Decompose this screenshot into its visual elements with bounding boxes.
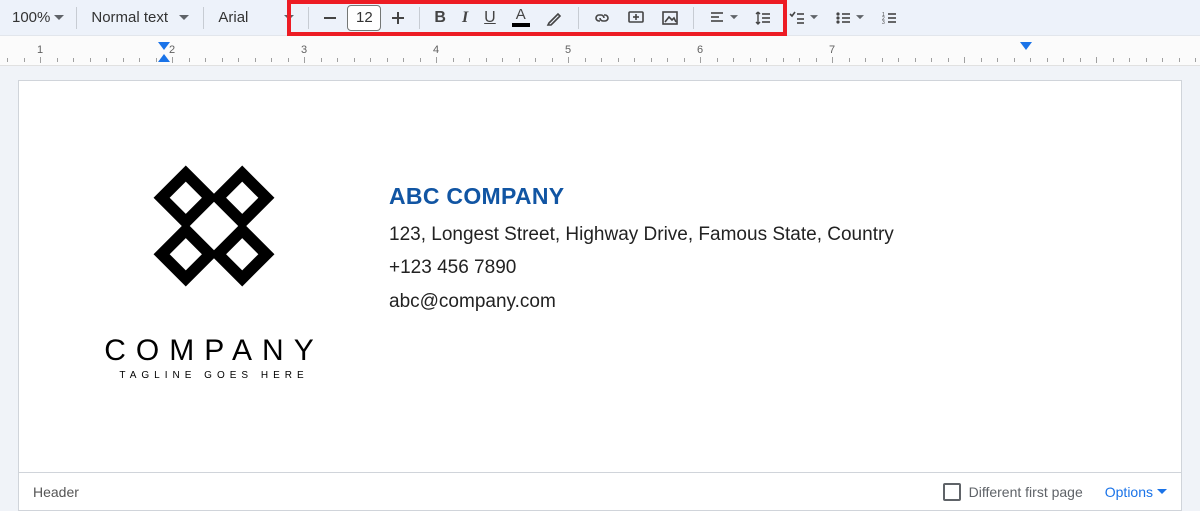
ruler-number: 3 [301,44,307,56]
bulleted-list-dropdown[interactable] [828,4,870,32]
image-icon [661,9,679,27]
svg-text:3: 3 [882,20,885,26]
bulleted-list-icon [834,9,852,27]
chevron-down-icon [810,15,818,20]
left-indent-marker[interactable] [158,54,170,62]
checklist-dropdown[interactable] [782,4,824,32]
insert-link-button[interactable] [587,4,617,32]
text-color-swatch [512,23,530,27]
letterhead-text-block: ABC COMPANY 123, Longest Street, Highway… [389,131,894,316]
font-family-dropdown[interactable]: Arial [212,4,300,32]
logo-company-name: COMPANY [99,334,329,368]
comment-icon [627,9,645,27]
ruler-number: 4 [433,44,439,56]
font-size-input[interactable] [347,5,381,31]
paragraph-style-value: Normal text [91,9,168,26]
separator [578,7,579,29]
italic-glyph: I [462,9,468,27]
separator [419,7,420,29]
minus-icon [323,11,337,25]
paragraph-style-dropdown[interactable]: Normal text [85,4,195,32]
company-heading: ABC COMPANY [389,183,894,210]
header-content[interactable]: COMPANY TAGLINE GOES HERE ABC COMPANY 12… [19,81,1181,401]
ruler-number: 6 [697,44,703,56]
separator [203,7,204,29]
numbered-list-dropdown[interactable]: 123 [874,4,904,32]
checkbox-icon [943,483,961,501]
company-address: 123, Longest Street, Highway Drive, Famo… [389,220,894,249]
align-left-icon [708,9,726,27]
company-phone: +123 456 7890 [389,253,894,282]
formatting-toolbar: 100% Normal text Arial B I U A [0,0,1200,36]
underline-button[interactable]: U [478,4,502,32]
text-color-button[interactable]: A [506,4,536,32]
different-first-page-label: Different first page [969,484,1083,500]
decrease-font-size-button[interactable] [317,4,343,32]
chevron-down-icon [179,15,189,21]
checklist-icon [788,9,806,27]
align-dropdown[interactable] [702,4,744,32]
insert-image-button[interactable] [655,4,685,32]
chevron-down-icon [730,15,738,20]
italic-button[interactable]: I [456,4,474,32]
zoom-dropdown[interactable]: 100% [8,4,68,32]
separator [308,7,309,29]
plus-icon [391,11,405,25]
text-color-glyph: A [516,8,526,22]
document-canvas: COMPANY TAGLINE GOES HERE ABC COMPANY 12… [0,66,1200,511]
header-footer-toolbar: Header Different first page Options [19,472,1181,510]
ruler-number: 5 [565,44,571,56]
chevron-down-icon [1157,489,1167,495]
insert-comment-button[interactable] [621,4,651,32]
line-spacing-icon [754,9,772,27]
bold-button[interactable]: B [428,4,452,32]
different-first-page-toggle[interactable]: Different first page [943,483,1083,501]
logo-tagline: TAGLINE GOES HERE [99,370,329,381]
line-spacing-button[interactable] [748,4,778,32]
chevron-down-icon [856,15,864,20]
logo-block: COMPANY TAGLINE GOES HERE [99,131,329,381]
ruler-number: 1 [37,44,43,56]
header-label: Header [33,484,79,500]
horizontal-ruler[interactable]: 1234567 [0,36,1200,66]
header-options-dropdown[interactable]: Options [1105,484,1167,500]
options-label: Options [1105,484,1153,500]
bold-glyph: B [434,9,446,27]
company-email: abc@company.com [389,287,894,316]
font-family-value: Arial [218,9,248,26]
page: COMPANY TAGLINE GOES HERE ABC COMPANY 12… [18,80,1182,511]
first-line-indent-marker[interactable] [158,42,170,50]
ruler-number: 7 [829,44,835,56]
separator [693,7,694,29]
underline-glyph: U [484,9,496,27]
zoom-value: 100% [12,9,50,26]
increase-font-size-button[interactable] [385,4,411,32]
chevron-down-icon [284,15,294,21]
numbered-list-icon: 123 [880,9,898,27]
company-logo-icon [119,131,309,321]
right-indent-marker[interactable] [1020,42,1032,50]
highlight-button[interactable] [540,4,570,32]
link-icon [593,9,611,27]
separator [76,7,77,29]
highlighter-icon [546,9,564,27]
chevron-down-icon [54,15,64,21]
